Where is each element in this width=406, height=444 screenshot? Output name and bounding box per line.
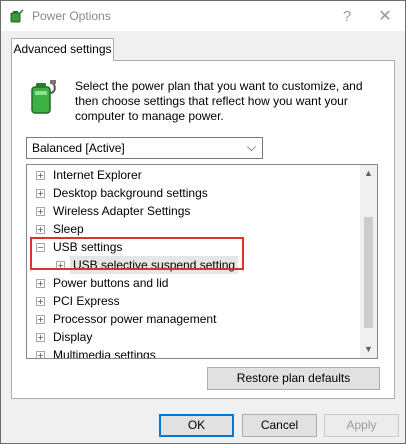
scroll-down-icon[interactable]: ▼ — [360, 341, 377, 358]
power-plan-value: Balanced [Active] — [32, 141, 125, 155]
help-button[interactable]: ? — [334, 3, 360, 29]
tab-advanced-settings[interactable]: Advanced settings — [11, 38, 114, 61]
cancel-button[interactable]: Cancel — [242, 414, 317, 437]
tree-item-label: Sleep — [53, 222, 84, 236]
tree-item-sleep[interactable]: + Sleep — [27, 220, 359, 238]
tree-item-label: Power buttons and lid — [53, 276, 169, 290]
window-title: Power Options — [32, 9, 111, 23]
power-options-icon — [10, 9, 24, 23]
expand-icon[interactable]: + — [36, 333, 45, 342]
title-bar[interactable]: Power Options ? ✕ — [1, 1, 405, 31]
tree-item-desktop-background[interactable]: + Desktop background settings — [27, 184, 359, 202]
collapse-icon[interactable]: − — [36, 243, 45, 252]
settings-tree[interactable]: + Internet Explorer + Desktop background… — [26, 164, 378, 359]
scroll-thumb[interactable] — [364, 217, 373, 328]
tree-item-wireless-adapter[interactable]: + Wireless Adapter Settings — [27, 202, 359, 220]
battery-plug-icon — [31, 80, 56, 114]
tree-item-label: USB selective suspend setting — [70, 256, 239, 274]
expand-icon[interactable]: + — [56, 261, 65, 270]
expand-icon[interactable]: + — [36, 351, 45, 358]
chevron-down-icon: ⌵ — [246, 140, 256, 154]
expand-icon[interactable]: + — [36, 225, 45, 234]
expand-icon[interactable]: + — [36, 297, 45, 306]
tree-item-processor-power[interactable]: + Processor power management — [27, 310, 359, 328]
tree-item-display[interactable]: + Display — [27, 328, 359, 346]
expand-icon[interactable]: + — [36, 207, 45, 216]
close-button[interactable]: ✕ — [372, 3, 398, 29]
tree-item-label: PCI Express — [53, 294, 120, 308]
tree-item-label: Internet Explorer — [53, 168, 142, 182]
ok-button[interactable]: OK — [159, 414, 234, 437]
apply-button[interactable]: Apply — [324, 414, 399, 437]
tree-item-label: Processor power management — [53, 312, 217, 326]
expand-icon[interactable]: + — [36, 189, 45, 198]
tree-item-power-buttons[interactable]: + Power buttons and lid — [27, 274, 359, 292]
vertical-scrollbar[interactable]: ▲ ▼ — [360, 165, 377, 358]
tree-item-label: Wireless Adapter Settings — [53, 204, 191, 218]
power-plan-select[interactable]: Balanced [Active] ⌵ — [26, 137, 263, 159]
power-options-window: Power Options ? ✕ Advanced settings Sele… — [0, 0, 406, 444]
tree-item-internet-explorer[interactable]: + Internet Explorer — [27, 166, 359, 184]
expand-icon[interactable]: + — [36, 279, 45, 288]
tree-item-label: Desktop background settings — [53, 186, 208, 200]
tree-item-label: Display — [53, 330, 93, 344]
restore-plan-defaults-button[interactable]: Restore plan defaults — [207, 367, 380, 390]
tree-item-pci-express[interactable]: + PCI Express — [27, 292, 359, 310]
tree-item-usb-settings[interactable]: − USB settings — [27, 238, 359, 256]
expand-icon[interactable]: + — [36, 171, 45, 180]
expand-icon[interactable]: + — [36, 315, 45, 324]
tree-item-label: Multimedia settings — [53, 348, 156, 359]
description-text: Select the power plan that you want to c… — [75, 79, 363, 123]
tree-item-label: USB settings — [53, 240, 123, 254]
tree-item-usb-selective-suspend[interactable]: + USB selective suspend setting — [27, 256, 359, 274]
tree-item-multimedia[interactable]: + Multimedia settings — [27, 346, 359, 359]
scroll-up-icon[interactable]: ▲ — [360, 165, 377, 182]
